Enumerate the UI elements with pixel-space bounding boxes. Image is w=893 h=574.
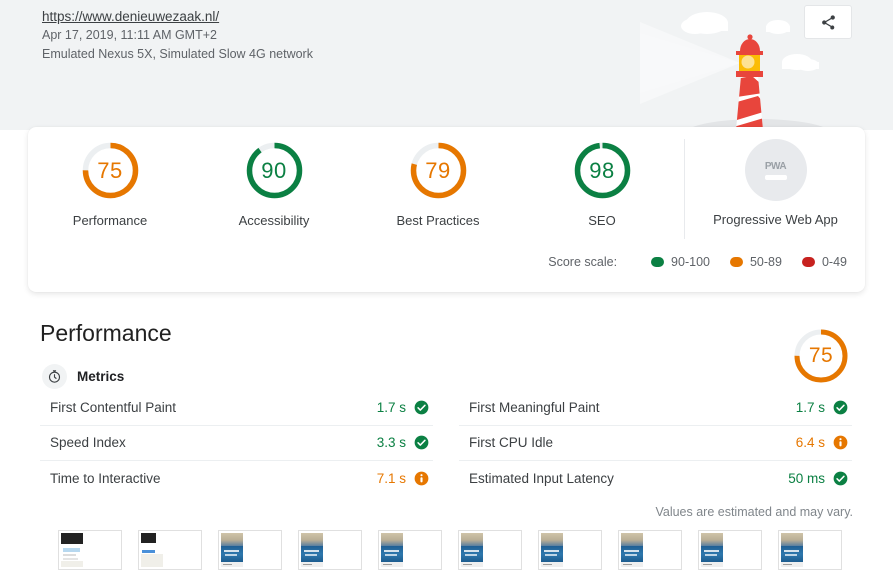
performance-section-title: Performance xyxy=(40,320,172,346)
report-meta: https://www.denieuwezaak.nl/ Apr 17, 201… xyxy=(42,7,313,64)
metric-value: 7.1 s xyxy=(376,470,406,486)
score-scale-item-average: 50-89 xyxy=(729,255,782,269)
filmstrip-thumbnail[interactable] xyxy=(58,530,122,570)
report-timestamp: Apr 17, 2019, 11:11 AM GMT+2 xyxy=(42,28,217,42)
filmstrip-thumbnail[interactable] xyxy=(458,530,522,570)
filmstrip-thumbnail[interactable] xyxy=(218,530,282,570)
metrics-title: Metrics xyxy=(77,369,125,384)
gauge-label-pwa: Progressive Web App xyxy=(713,212,838,227)
scale-dot-orange xyxy=(729,257,743,267)
check-circle-icon xyxy=(833,471,848,486)
filmstrip-thumbnail[interactable] xyxy=(138,530,202,570)
performance-section-gauge: 75 xyxy=(791,326,851,386)
score-scale-item-fail: 0-49 xyxy=(801,255,847,269)
gauge-ring-best-practices: 79 xyxy=(407,139,470,202)
pwa-null-dash xyxy=(764,174,787,180)
report-environment: Emulated Nexus 5X, Simulated Slow 4G net… xyxy=(42,47,313,61)
check-circle-icon xyxy=(414,435,429,450)
gauge-ring-seo: 98 xyxy=(571,139,634,202)
filmstrip-thumbnail[interactable] xyxy=(618,530,682,570)
share-icon xyxy=(821,14,835,30)
metric-result: 50 ms xyxy=(788,471,852,486)
filmstrip-thumbnail[interactable] xyxy=(698,530,762,570)
scale-dot-red xyxy=(801,257,815,267)
pwa-badge-text: PWA xyxy=(764,160,787,172)
pwa-badge: PWA xyxy=(744,139,807,201)
metrics-column-right: First Meaningful Paint 1.7 s First CPU I… xyxy=(459,390,852,496)
metric-row-first-cpu-idle[interactable]: First CPU Idle 6.4 s xyxy=(459,426,852,461)
check-circle-icon xyxy=(414,400,429,415)
metric-result: 1.7 s xyxy=(377,400,433,415)
stopwatch-icon xyxy=(42,364,67,389)
metric-name: First Meaningful Paint xyxy=(469,399,600,415)
metric-row-estimated-input-latency[interactable]: Estimated Input Latency 50 ms xyxy=(459,461,852,496)
metrics-column-left: First Contentful Paint 1.7 s Speed Index… xyxy=(40,390,433,496)
filmstrip-thumbnail[interactable] xyxy=(298,530,362,570)
score-gauge-performance[interactable]: 75 Performance xyxy=(28,139,192,228)
metric-name: Estimated Input Latency xyxy=(469,470,614,486)
metric-result: 6.4 s xyxy=(796,435,852,450)
info-circle-icon xyxy=(833,435,848,450)
score-gauges: 75 Performance 90 Accessibility 79 Best … xyxy=(28,139,865,249)
filmstrip-thumbnail[interactable] xyxy=(538,530,602,570)
gauge-ring-accessibility: 90 xyxy=(243,139,306,202)
metric-value: 3.3 s xyxy=(376,435,406,451)
check-circle-icon xyxy=(833,400,848,415)
scores-card: 75 Performance 90 Accessibility 79 Best … xyxy=(28,127,865,292)
scale-range-orange: 50-89 xyxy=(749,255,782,269)
filmstrip-thumbnail[interactable] xyxy=(778,530,842,570)
metric-row-first-meaningful-paint[interactable]: First Meaningful Paint 1.7 s xyxy=(459,390,852,426)
gauge-value-best-practices: 79 xyxy=(425,157,451,183)
filmstrip-thumbnail[interactable] xyxy=(378,530,442,570)
gauge-label-best-practices: Best Practices xyxy=(396,213,480,228)
score-scale-label: Score scale: xyxy=(548,255,618,269)
gauge-label-performance: Performance xyxy=(72,213,148,228)
values-estimated-note: Values are estimated and may vary. xyxy=(655,505,853,519)
metric-value: 1.7 s xyxy=(376,399,406,415)
metrics-header: Metrics xyxy=(42,364,124,389)
metric-result: 3.3 s xyxy=(377,435,433,450)
metric-value: 50 ms xyxy=(788,470,825,486)
scale-range-red: 0-49 xyxy=(821,255,847,269)
score-gauge-seo[interactable]: 98 SEO xyxy=(520,139,684,228)
score-gauge-pwa[interactable]: PWA Progressive Web App xyxy=(684,139,866,239)
scale-range-green: 90-100 xyxy=(671,255,710,269)
gauge-label-seo: SEO xyxy=(588,213,616,228)
score-scale-legend: Score scale: 90-100 50-89 0-49 xyxy=(548,255,847,269)
metric-row-speed-index[interactable]: Speed Index 3.3 s xyxy=(40,426,433,461)
cloud-shapes xyxy=(681,12,819,71)
score-gauge-accessibility[interactable]: 90 Accessibility xyxy=(192,139,356,228)
gauge-label-accessibility: Accessibility xyxy=(238,213,310,228)
metric-result: 1.7 s xyxy=(796,400,852,415)
info-circle-icon xyxy=(414,471,429,486)
metric-name: First Contentful Paint xyxy=(50,399,177,415)
gauge-ring-performance: 75 xyxy=(79,139,142,202)
metric-name: Speed Index xyxy=(50,435,126,451)
screenshot-filmstrip xyxy=(58,530,842,570)
report-header: https://www.denieuwezaak.nl/ Apr 17, 201… xyxy=(0,0,893,130)
performance-gauge-value: 75 xyxy=(808,344,834,367)
gauge-value-performance: 75 xyxy=(97,157,123,183)
gauge-value-seo: 98 xyxy=(589,157,615,183)
metric-result: 7.1 s xyxy=(377,471,433,486)
gauge-value-accessibility: 90 xyxy=(261,157,287,183)
score-gauge-best-practices[interactable]: 79 Best Practices xyxy=(356,139,520,228)
scale-dot-green xyxy=(651,257,665,267)
metrics-grid: First Contentful Paint 1.7 s Speed Index… xyxy=(40,390,852,496)
score-scale-item-pass: 90-100 xyxy=(651,255,710,269)
metric-name: Time to Interactive xyxy=(50,470,161,486)
metric-row-first-contentful-paint[interactable]: First Contentful Paint 1.7 s xyxy=(40,390,433,426)
metric-row-time-to-interactive[interactable]: Time to Interactive 7.1 s xyxy=(40,461,433,496)
metric-name: First CPU Idle xyxy=(469,435,554,451)
audited-url-link[interactable]: https://www.denieuwezaak.nl/ xyxy=(42,7,313,26)
share-button[interactable] xyxy=(804,5,852,39)
metric-value: 6.4 s xyxy=(795,435,825,451)
metric-value: 1.7 s xyxy=(795,399,825,415)
lighthouse-illustration xyxy=(640,12,829,130)
